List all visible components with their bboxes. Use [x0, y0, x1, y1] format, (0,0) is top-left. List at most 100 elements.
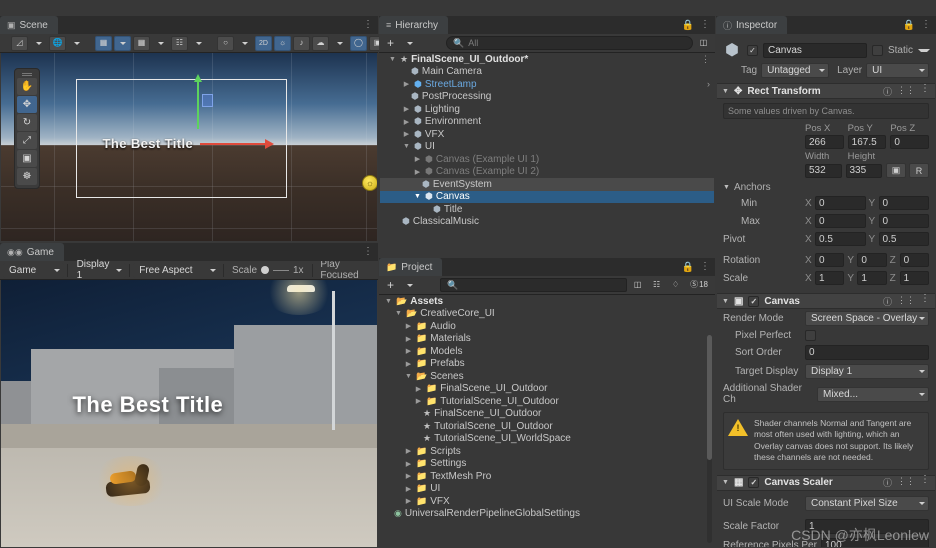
- inspector-menu-icon[interactable]: [921, 21, 931, 29]
- shader-channels-dropdown[interactable]: Mixed...: [817, 386, 929, 402]
- lock-icon[interactable]: 🔒: [682, 262, 694, 273]
- lock-icon[interactable]: 🔒: [682, 20, 694, 31]
- create-asset-caret-icon[interactable]: [401, 278, 418, 293]
- prefab-open-icon[interactable]: ›: [707, 79, 710, 89]
- create-asset-button[interactable]: +: [382, 278, 399, 293]
- scene-viewport[interactable]: The Best Title ☼: [1, 53, 377, 241]
- hierarchy-row-scene[interactable]: ▼ ★ FinalScene_UI_Outdoor*: [380, 53, 714, 66]
- chevron-right-icon[interactable]: ▶: [413, 168, 422, 176]
- favorite-icon[interactable]: ♢: [667, 278, 684, 293]
- project-scrollbar[interactable]: [707, 335, 712, 543]
- tools-drag-handle[interactable]: [17, 72, 37, 77]
- play-focused-button[interactable]: Play Focused: [315, 259, 375, 281]
- anchors-group-header[interactable]: ▼ Anchors: [717, 181, 935, 194]
- view-options-button[interactable]: ○: [217, 35, 234, 51]
- project-row-scripts[interactable]: ▶ 📁 Scripts: [380, 445, 714, 458]
- chevron-right-icon[interactable]: ▶: [404, 335, 413, 343]
- game-aspect-dropdown[interactable]: Free Aspect: [133, 262, 221, 278]
- chevron-right-icon[interactable]: ▶: [402, 118, 411, 126]
- raw-edit-mode-button[interactable]: R: [909, 163, 929, 178]
- project-row-prefabs[interactable]: ▶ 📁 Prefabs: [380, 358, 714, 371]
- chevron-right-icon[interactable]: ▶: [402, 105, 411, 113]
- tab-inspector[interactable]: ⓘ Inspector: [716, 16, 788, 34]
- scene-context-menu-icon[interactable]: [701, 55, 710, 63]
- pivot-rotation-button[interactable]: 🌐: [49, 35, 66, 51]
- move-gizmo-x-axis[interactable]: [200, 139, 275, 150]
- move-gizmo-xy-plane[interactable]: [202, 94, 214, 108]
- project-row-assets[interactable]: ▼ 📂 Assets: [380, 295, 714, 308]
- rect-tool[interactable]: ▣: [17, 150, 37, 167]
- project-row-tutorialscene-folder[interactable]: ▶ 📁 TutorialScene_UI_Outdoor: [380, 395, 714, 408]
- transform-tool[interactable]: ☸: [17, 168, 37, 185]
- rotation-z-input[interactable]: 0: [899, 253, 929, 267]
- project-row-finalscene-asset[interactable]: ★ FinalScene_UI_Outdoor: [380, 408, 714, 421]
- grid-snap-caret-icon[interactable]: [114, 35, 131, 51]
- project-row-models[interactable]: ▶ 📁 Models: [380, 345, 714, 358]
- chevron-right-icon[interactable]: ▶: [404, 347, 413, 355]
- chevron-down-icon[interactable]: ▼: [404, 373, 413, 380]
- audio-toggle-button[interactable]: ♪: [293, 35, 310, 51]
- scene-menu-icon[interactable]: [363, 21, 373, 29]
- slider-thumb[interactable]: [261, 266, 269, 274]
- target-display-dropdown[interactable]: Display 1: [805, 364, 929, 379]
- canvas-enabled-checkbox[interactable]: ✓: [748, 295, 760, 307]
- help-icon[interactable]: ⓘ: [883, 476, 892, 489]
- hierarchy-row-canvas-example-2[interactable]: ▶ ⬢ Canvas (Example UI 2): [380, 166, 714, 179]
- hierarchy-row-main-camera[interactable]: ⬢ Main Camera: [380, 66, 714, 79]
- hierarchy-tree[interactable]: ▼ ★ FinalScene_UI_Outdoor* ⬢ Main Camera…: [380, 53, 714, 241]
- help-icon[interactable]: ⓘ: [883, 295, 892, 308]
- project-row-settings[interactable]: ▶ 📁 Settings: [380, 458, 714, 471]
- project-row-creativecore-ui[interactable]: ▼ 📂 CreativeCore_UI: [380, 308, 714, 321]
- anchor-max-x-input[interactable]: 0: [815, 214, 866, 228]
- game-menu-icon[interactable]: [363, 248, 373, 256]
- preset-icon[interactable]: ⋮⋮: [897, 295, 915, 308]
- chevron-right-icon[interactable]: ▶: [404, 322, 413, 330]
- grid-visibility-caret-icon[interactable]: [152, 36, 169, 51]
- object-enabled-checkbox[interactable]: ✓: [747, 44, 758, 56]
- scale-x-input[interactable]: 1: [815, 271, 845, 285]
- rotation-x-input[interactable]: 0: [815, 253, 845, 267]
- preset-icon[interactable]: ⋮⋮: [897, 85, 915, 98]
- hierarchy-row-eventsystem[interactable]: ⬢ EventSystem: [380, 178, 714, 191]
- move-gizmo-y-axis[interactable]: [193, 74, 202, 130]
- gizmos-visibility-button[interactable]: ◯: [350, 35, 367, 51]
- static-checkbox[interactable]: ✓: [871, 44, 883, 56]
- effects-caret-icon[interactable]: [331, 36, 348, 51]
- chevron-right-icon[interactable]: ▶: [404, 447, 413, 455]
- hierarchy-row-ui[interactable]: ▼ ⬢ UI: [380, 141, 714, 154]
- pixel-perfect-checkbox[interactable]: ✓: [805, 330, 816, 341]
- chevron-right-icon[interactable]: ▶: [404, 497, 413, 505]
- reference-ppu-input[interactable]: 100: [821, 537, 929, 547]
- point-light-gizmo[interactable]: ☼: [361, 175, 377, 192]
- hierarchy-row-lighting[interactable]: ▶ ⬢ Lighting: [380, 103, 714, 116]
- chevron-down-icon[interactable]: ▼: [402, 143, 411, 150]
- canvas-scaler-enabled-checkbox[interactable]: ✓: [748, 477, 760, 489]
- project-row-urp-global-settings[interactable]: ◉ UniversalRenderPipelineGlobalSettings: [380, 508, 714, 521]
- preset-icon[interactable]: ⋮⋮: [897, 476, 915, 489]
- hierarchy-filter-button[interactable]: ◫: [695, 36, 712, 51]
- pivot-y-input[interactable]: 0.5: [878, 232, 929, 246]
- tag-dropdown[interactable]: Untagged: [761, 63, 830, 78]
- hierarchy-row-environment[interactable]: ▶ ⬢ Environment: [380, 116, 714, 129]
- pos-z-input[interactable]: 0: [890, 135, 930, 149]
- chevron-right-icon[interactable]: ▶: [404, 360, 413, 368]
- anchor-max-y-input[interactable]: 0: [878, 214, 929, 228]
- project-row-ui[interactable]: ▶ 📁 UI: [380, 483, 714, 496]
- static-caret-icon[interactable]: [918, 49, 930, 52]
- game-scale-slider[interactable]: Scale 1x: [227, 265, 309, 276]
- project-row-finalscene-folder[interactable]: ▶ 📁 FinalScene_UI_Outdoor: [380, 383, 714, 396]
- tab-hierarchy[interactable]: ≡ Hierarchy: [379, 16, 449, 34]
- lighting-toggle-button[interactable]: ☼: [274, 35, 291, 51]
- object-name-input[interactable]: Canvas: [763, 42, 867, 58]
- grid-visibility-button[interactable]: ▦: [133, 35, 150, 51]
- hierarchy-row-classicalmusic[interactable]: ⬢ ClassicalMusic: [380, 216, 714, 229]
- snap-increment-button[interactable]: ☷: [171, 35, 188, 51]
- project-row-audio[interactable]: ▶ 📁 Audio: [380, 320, 714, 333]
- save-search-icon[interactable]: ◫: [629, 278, 646, 293]
- hierarchy-row-title[interactable]: ⬢ Title: [380, 203, 714, 216]
- chevron-down-icon[interactable]: ▼: [394, 310, 403, 317]
- project-search-input[interactable]: 🔍: [440, 278, 628, 292]
- anchor-min-y-input[interactable]: 0: [878, 196, 929, 210]
- render-mode-dropdown[interactable]: Screen Space - Overlay: [805, 311, 929, 326]
- pivot-mode-button[interactable]: ◿: [11, 35, 28, 51]
